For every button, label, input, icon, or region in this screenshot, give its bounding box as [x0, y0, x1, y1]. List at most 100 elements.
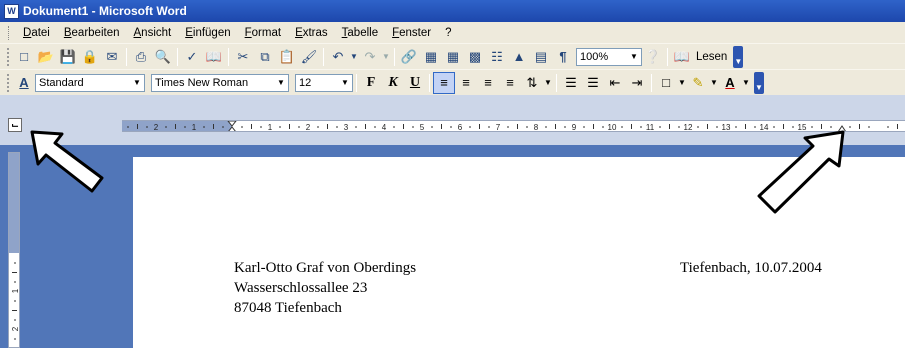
print-preview-icon[interactable]: 🔍 — [152, 46, 174, 68]
chevron-down-icon[interactable]: ▼ — [627, 49, 641, 65]
ruler-tick — [127, 126, 129, 128]
line-spacing-icon[interactable]: ⇅ — [521, 72, 543, 94]
read-button[interactable]: Lesen — [693, 51, 730, 63]
underline-button[interactable]: U — [404, 72, 426, 94]
line-spacing-dropdown-icon[interactable]: ▼ — [543, 72, 553, 94]
new-document-icon[interactable]: □ — [13, 46, 35, 68]
hyperlink-icon[interactable]: 🔗 — [398, 46, 420, 68]
toolbar-options-icon[interactable]: ▼ — [754, 71, 764, 94]
undo-icon[interactable]: ↶ — [327, 46, 349, 68]
ruler-tick — [669, 124, 670, 129]
redo-dropdown-icon[interactable]: ▼ — [381, 46, 391, 68]
help-icon[interactable]: ❔ — [642, 46, 664, 68]
ruler-tick — [184, 126, 186, 128]
ruler-label: 11 — [646, 123, 655, 132]
show-formatting-icon[interactable]: ¶ — [552, 46, 574, 68]
font-color-dropdown-icon[interactable]: ▼ — [741, 72, 751, 94]
increase-indent-icon[interactable]: ⇥ — [626, 72, 648, 94]
ruler-label: 9 — [572, 123, 577, 132]
spelling-icon[interactable]: ✓ — [181, 46, 203, 68]
left-indent-marker[interactable] — [228, 126, 236, 132]
align-left-icon[interactable]: ≡ — [433, 71, 455, 94]
menu-datei[interactable]: Datei — [16, 27, 57, 39]
borders-dropdown-icon[interactable]: ▼ — [677, 72, 687, 94]
ruler-label: 4 — [382, 123, 387, 132]
open-folder-icon[interactable]: 📂 — [35, 46, 57, 68]
ruler-tick — [355, 126, 357, 128]
numbering-icon[interactable]: ☰ — [560, 72, 582, 94]
styles-formatting-icon[interactable]: A — [13, 72, 35, 94]
justify-icon[interactable]: ≡ — [499, 72, 521, 94]
first-line-indent-marker[interactable] — [227, 121, 237, 127]
callout-arrow-left — [30, 130, 104, 193]
format-painter-icon[interactable]: 🖌 — [298, 46, 320, 68]
toolbar-grip[interactable] — [7, 47, 10, 66]
highlight-dropdown-icon[interactable]: ▼ — [709, 72, 719, 94]
paste-icon[interactable]: 📋 — [276, 46, 298, 68]
sender-name[interactable]: Karl-Otto Graf von Oberdings — [234, 260, 416, 277]
tables-borders-icon[interactable]: ▦ — [420, 46, 442, 68]
toolbar-separator — [556, 73, 557, 92]
menu-bearbeiten[interactable]: Bearbeiten — [57, 27, 127, 39]
window-title: Dokument1 - Microsoft Word — [23, 4, 187, 18]
highlight-icon[interactable]: ✎ — [687, 72, 709, 94]
menu-extras[interactable]: Extras — [288, 27, 335, 39]
chevron-down-icon[interactable]: ▼ — [274, 75, 288, 91]
insert-table-icon[interactable]: ▦ — [442, 46, 464, 68]
columns-icon[interactable]: ☷ — [486, 46, 508, 68]
ruler-label: 1 — [268, 123, 273, 132]
menu-fenster[interactable]: Fenster — [385, 27, 438, 39]
sender-city[interactable]: 87048 Tiefenbach — [234, 300, 342, 317]
copy-icon[interactable]: ⧉ — [254, 46, 276, 68]
document-map-icon[interactable]: ▤ — [530, 46, 552, 68]
permission-icon[interactable]: 🔒 — [79, 46, 101, 68]
ruler-tick — [868, 126, 870, 128]
word-app-icon[interactable]: W — [4, 3, 19, 19]
style-combo[interactable]: Standard ▼ — [35, 73, 145, 92]
align-center-icon[interactable]: ≡ — [455, 72, 477, 94]
menubar-grip[interactable] — [8, 25, 11, 40]
toolbar-options-icon[interactable]: ▼ — [733, 45, 744, 68]
decrease-indent-icon[interactable]: ⇤ — [604, 72, 626, 94]
read-mode-icon[interactable]: 📖 — [671, 46, 693, 68]
insert-excel-icon[interactable]: ▩ — [464, 46, 486, 68]
menu-ansicht[interactable]: Ansicht — [127, 27, 179, 39]
chevron-down-icon[interactable]: ▼ — [338, 75, 352, 91]
vertical-ruler-tick — [14, 319, 16, 321]
ruler-label: 2 — [154, 123, 159, 132]
menu-einfuegen[interactable]: Einfügen — [178, 27, 237, 39]
ruler-label: 2 — [306, 123, 311, 132]
toolbar-grip[interactable] — [7, 73, 10, 92]
drawing-icon[interactable]: ▲ — [508, 46, 530, 68]
ruler-tick — [469, 126, 471, 128]
menu-format[interactable]: Format — [238, 27, 288, 39]
borders-icon[interactable]: □ — [655, 72, 677, 94]
menu-help[interactable]: ? — [438, 27, 458, 39]
vertical-ruler[interactable]: 2112 — [8, 152, 20, 348]
font-combo[interactable]: Times New Roman ▼ — [151, 73, 289, 92]
date-line[interactable]: Tiefenbach, 10.07.2004 — [680, 260, 822, 277]
menu-tabelle[interactable]: Tabelle — [335, 27, 385, 39]
sender-street[interactable]: Wasserschlossallee 23 — [234, 280, 367, 297]
save-icon[interactable]: 💾 — [57, 46, 79, 68]
align-right-icon[interactable]: ≡ — [477, 72, 499, 94]
tab-selector-icon[interactable]: ⌙ — [8, 118, 22, 132]
font-color-icon[interactable]: A — [719, 72, 741, 94]
zoom-combo[interactable]: 100% ▼ — [576, 47, 642, 66]
chevron-down-icon[interactable]: ▼ — [130, 75, 144, 91]
italic-button[interactable]: K — [382, 72, 404, 94]
print-icon[interactable]: ⎙ — [130, 46, 152, 68]
ruler-tick — [374, 126, 376, 128]
bold-button[interactable]: F — [360, 72, 382, 94]
email-icon[interactable]: ✉ — [101, 46, 123, 68]
ruler-tick — [602, 126, 604, 128]
toolbar-separator — [228, 47, 229, 66]
font-size-combo[interactable]: 12 ▼ — [295, 73, 353, 92]
undo-dropdown-icon[interactable]: ▼ — [349, 46, 359, 68]
ruler-tick — [479, 124, 480, 129]
redo-icon[interactable]: ↷ — [359, 46, 381, 68]
cut-icon[interactable]: ✂ — [232, 46, 254, 68]
bullets-icon[interactable]: ☰ — [582, 72, 604, 94]
toolbar-separator — [126, 47, 127, 66]
research-icon[interactable]: 📖 — [203, 46, 225, 68]
